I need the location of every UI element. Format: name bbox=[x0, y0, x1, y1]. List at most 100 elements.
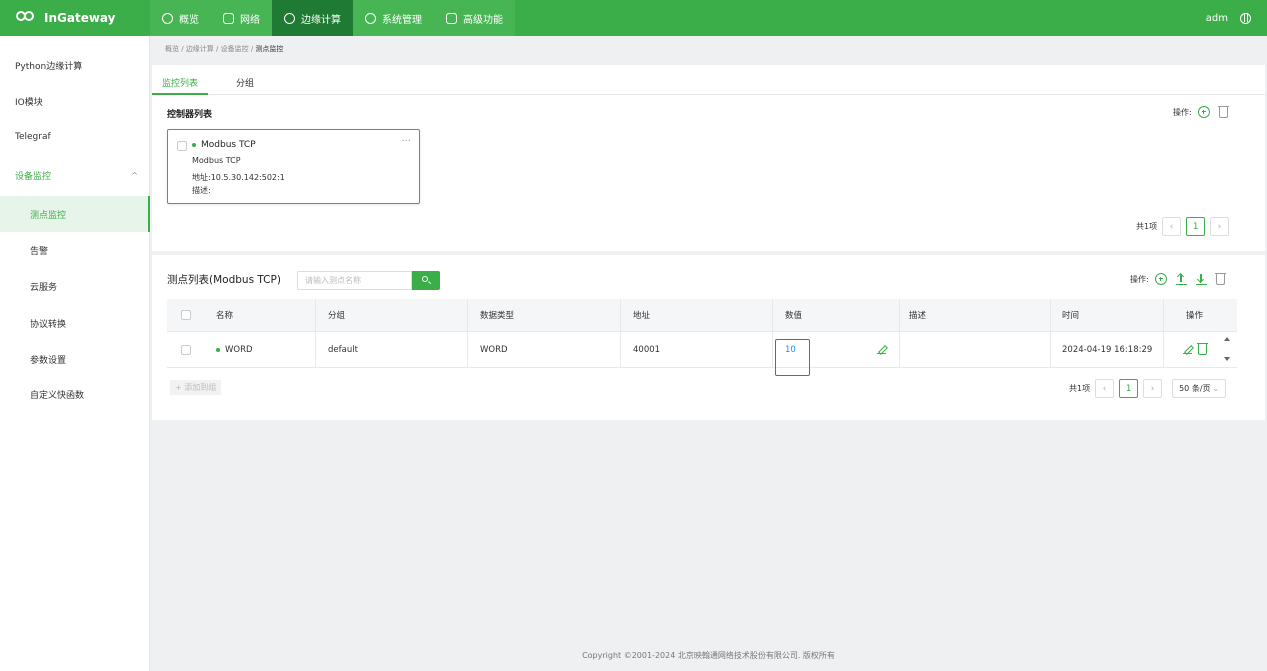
more-icon[interactable]: ··· bbox=[401, 136, 411, 147]
edit-value-button[interactable] bbox=[877, 332, 886, 367]
logo-mark-icon bbox=[16, 11, 38, 25]
controller-checkbox[interactable] bbox=[177, 141, 187, 151]
column-header: 操作 bbox=[1186, 311, 1204, 321]
column-divider bbox=[772, 299, 773, 331]
sidebar-item-label: Telegraf bbox=[15, 132, 51, 142]
sidebar-item-io[interactable]: IO模块 bbox=[0, 83, 150, 119]
globe-icon[interactable] bbox=[1240, 12, 1251, 24]
page-size-select[interactable]: 50 条/页 ⌄ bbox=[1172, 379, 1227, 398]
nav-label: 网络 bbox=[240, 14, 260, 26]
column-divider bbox=[620, 299, 621, 331]
logo[interactable]: InGateway bbox=[0, 0, 150, 36]
column-header: 数值 bbox=[785, 311, 803, 321]
column-divider bbox=[620, 332, 621, 367]
breadcrumb-item[interactable]: 边缘计算 bbox=[186, 45, 214, 53]
status-dot-icon bbox=[192, 143, 196, 147]
controller-ops: 操作: bbox=[1173, 105, 1229, 118]
sidebar-item-telegraf[interactable]: Telegraf bbox=[0, 119, 150, 155]
nav-label: 高级功能 bbox=[463, 14, 503, 26]
point-list-title: 测点列表(Modbus TCP) bbox=[167, 274, 281, 286]
pager-next-button[interactable]: › bbox=[1210, 217, 1230, 236]
pager-total: 共1项 bbox=[1136, 222, 1158, 231]
add-point-icon[interactable] bbox=[1154, 273, 1167, 285]
nav-item-system[interactable]: 系统管理 bbox=[353, 0, 434, 36]
table-row[interactable]: WORD default WORD 40001 10 2024-04-19 16… bbox=[167, 332, 1237, 368]
delete-point-icon[interactable] bbox=[1214, 272, 1226, 285]
user-name[interactable]: adm bbox=[1206, 13, 1228, 24]
column-divider bbox=[899, 332, 900, 367]
sidebar-item-protocol[interactable]: 协议转换 bbox=[0, 305, 150, 341]
sidebar-item-label: 测点监控 bbox=[30, 210, 67, 221]
nav-item-network[interactable]: 网络 bbox=[211, 0, 272, 36]
point-type: WORD bbox=[480, 344, 508, 355]
footer-copyright: Copyright ©2001-2024 北京映翰通网络技术股份有限公司. 版权… bbox=[582, 651, 835, 660]
scroll-up-icon[interactable] bbox=[1224, 337, 1230, 341]
download-icon[interactable] bbox=[1195, 273, 1207, 285]
point-time: 2024-04-19 16:18:29 bbox=[1062, 344, 1153, 355]
sidebar-item-custom-func[interactable]: 自定义快函数 bbox=[0, 376, 150, 412]
breadcrumb-current: 测点监控 bbox=[255, 45, 284, 53]
column-divider bbox=[315, 299, 316, 331]
breadcrumb-item[interactable]: 概览 bbox=[165, 45, 179, 53]
column-header: 分组 bbox=[328, 311, 346, 321]
controller-pager: 共1项 ‹ 1 › bbox=[1136, 217, 1230, 236]
page-size-value: 50 条/页 bbox=[1179, 384, 1211, 393]
dashboard-icon bbox=[162, 12, 173, 24]
point-name: WORD bbox=[216, 332, 253, 367]
controller-card[interactable]: Modbus TCP ··· Modbus TCP 地址:10.5.30.142… bbox=[167, 129, 420, 204]
user-area: adm bbox=[1206, 12, 1267, 24]
controller-name: Modbus TCP bbox=[192, 140, 256, 150]
sidebar-item-alarm[interactable]: 告警 bbox=[0, 232, 150, 268]
sidebar-item-device-monitor[interactable]: 设备监控 ^ bbox=[0, 157, 150, 193]
sidebar-item-point-monitor[interactable]: 测点监控 bbox=[0, 196, 150, 232]
point-pager: 共1项 ‹ 1 › 50 条/页 ⌄ bbox=[1069, 379, 1227, 398]
pager-next-button[interactable]: › bbox=[1143, 379, 1163, 398]
sidebar-item-label: 设备监控 bbox=[15, 171, 52, 182]
sidebar: Python边缘计算 IO模块 Telegraf 设备监控 ^ 测点监控 告警 云… bbox=[0, 36, 150, 671]
sidebar-item-python[interactable]: Python边缘计算 bbox=[0, 47, 150, 83]
column-divider bbox=[1163, 332, 1164, 367]
pager-prev-button[interactable]: ‹ bbox=[1095, 379, 1115, 398]
point-group: default bbox=[328, 344, 358, 355]
controller-name-text: Modbus TCP bbox=[201, 140, 256, 150]
tab-indicator bbox=[152, 93, 208, 95]
network-icon bbox=[223, 12, 234, 24]
edit-row-icon[interactable] bbox=[1183, 345, 1192, 354]
column-header: 地址 bbox=[633, 311, 651, 321]
sidebar-item-cloud[interactable]: 云服务 bbox=[0, 268, 150, 304]
cloud-icon bbox=[284, 12, 295, 24]
breadcrumb: 概览 / 边缘计算 / 设备监控 / 测点监控 bbox=[165, 45, 284, 53]
table-scrollbar[interactable] bbox=[1222, 299, 1233, 369]
top-bar: InGateway 概览 网络 边缘计算 系统管理 高级功能 adm bbox=[0, 0, 1267, 36]
delete-controller-icon[interactable] bbox=[1217, 105, 1229, 118]
scroll-down-icon[interactable] bbox=[1224, 357, 1230, 361]
add-controller-icon[interactable] bbox=[1197, 106, 1210, 118]
sidebar-item-label: 参数设置 bbox=[30, 355, 67, 366]
nav-item-advanced[interactable]: 高级功能 bbox=[434, 0, 515, 36]
tab-bar: 监控列表 分组 bbox=[152, 65, 1265, 95]
column-divider bbox=[899, 299, 900, 331]
pager-prev-button[interactable]: ‹ bbox=[1162, 217, 1182, 236]
tab-monitor-list[interactable]: 监控列表 bbox=[162, 76, 198, 89]
sidebar-item-params[interactable]: 参数设置 bbox=[0, 341, 150, 377]
select-all-checkbox[interactable] bbox=[181, 310, 191, 320]
search-icon bbox=[422, 276, 428, 282]
add-to-group-button[interactable]: + 添加到组 bbox=[170, 380, 222, 395]
sidebar-item-label: 告警 bbox=[30, 246, 49, 257]
row-checkbox[interactable] bbox=[181, 345, 191, 355]
point-search-input[interactable]: 请输入测点名称 bbox=[297, 271, 412, 290]
search-button[interactable] bbox=[412, 271, 440, 290]
ops-label: 操作: bbox=[1130, 274, 1149, 284]
pager-page-button[interactable]: 1 bbox=[1186, 217, 1206, 236]
tab-group[interactable]: 分组 bbox=[236, 76, 254, 89]
sidebar-item-label: Python边缘计算 bbox=[15, 61, 83, 72]
upload-icon[interactable] bbox=[1175, 273, 1187, 285]
delete-row-icon[interactable] bbox=[1197, 343, 1208, 355]
ops-label: 操作: bbox=[1173, 107, 1192, 117]
pager-page-button[interactable]: 1 bbox=[1119, 379, 1139, 398]
breadcrumb-item[interactable]: 设备监控 bbox=[221, 45, 249, 53]
nav-item-overview[interactable]: 概览 bbox=[150, 0, 211, 36]
nav-item-edge-computing[interactable]: 边缘计算 bbox=[272, 0, 353, 36]
controller-list-title: 控制器列表 bbox=[167, 110, 213, 120]
table-header: 名称 分组 数据类型 地址 数值 描述 时间 操作 bbox=[167, 299, 1237, 332]
